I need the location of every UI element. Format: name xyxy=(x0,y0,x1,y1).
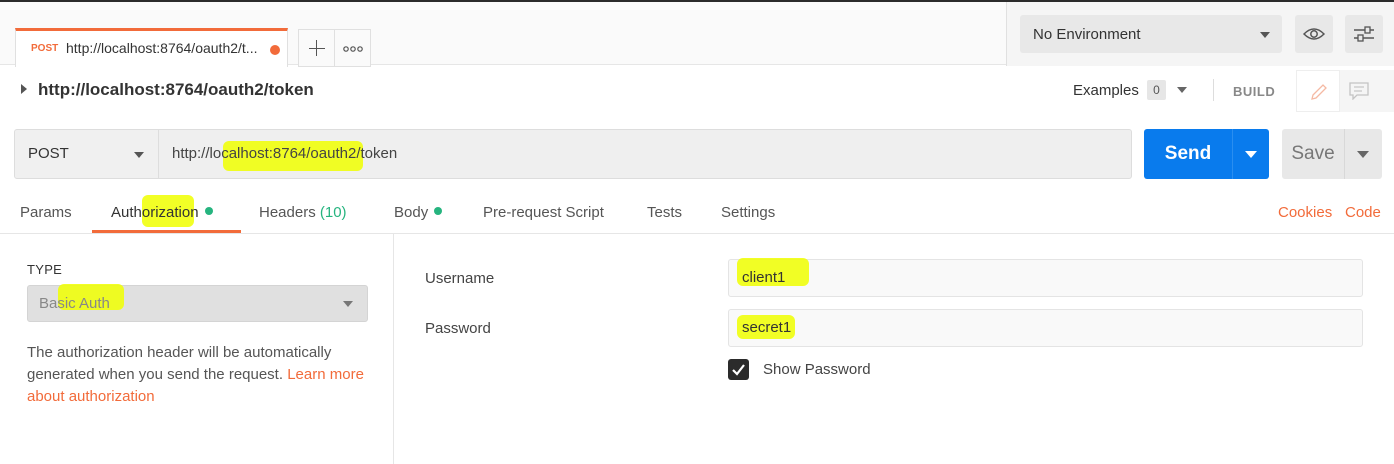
chevron-down-icon xyxy=(343,301,353,307)
edit-button[interactable] xyxy=(1296,70,1340,112)
more-tabs-button[interactable] xyxy=(334,29,371,67)
status-dot-icon xyxy=(204,207,213,215)
sliders-icon xyxy=(1354,26,1374,42)
new-tab-button[interactable] xyxy=(298,29,334,67)
manage-environments-button[interactable] xyxy=(1345,15,1383,53)
more-dots-icon xyxy=(343,46,363,52)
password-value: secret1 xyxy=(742,319,792,336)
tab-headers[interactable]: Headers (10) xyxy=(259,204,347,221)
send-options-button[interactable] xyxy=(1232,129,1269,179)
tab-body-label: Body xyxy=(394,204,429,221)
url-prefix: http://lo xyxy=(172,145,222,162)
send-button[interactable]: Send xyxy=(1144,129,1232,179)
tab-method: POST xyxy=(31,43,59,54)
tab-headers-label: Headers xyxy=(259,204,316,221)
comments-button[interactable] xyxy=(1340,70,1394,112)
chevron-down-icon xyxy=(1260,32,1270,38)
check-icon xyxy=(732,364,745,376)
auth-type-value: Basic Auth xyxy=(39,295,110,312)
auth-type-pane: TYPE Basic Auth The authorization header… xyxy=(0,234,394,464)
request-title: http://localhost:8764/oauth2/token xyxy=(38,80,314,99)
active-tab-indicator xyxy=(92,230,241,233)
tab-title: http://localhost:8764/oauth2/t... xyxy=(66,40,258,56)
status-dot-icon xyxy=(434,207,443,215)
eye-icon xyxy=(1303,28,1325,40)
pencil-icon xyxy=(1311,84,1327,100)
environment-select[interactable]: No Environment xyxy=(1020,15,1282,53)
chevron-down-icon xyxy=(134,152,144,158)
divider xyxy=(1213,79,1214,101)
username-value: client1 xyxy=(742,269,786,286)
tab-settings[interactable]: Settings xyxy=(721,204,775,221)
auth-type-select[interactable]: Basic Auth xyxy=(27,284,368,322)
password-field[interactable]: secret1 xyxy=(728,309,1363,347)
request-name-bar: http://localhost:8764/oauth2/token Examp… xyxy=(0,66,1394,114)
headers-count: (10) xyxy=(319,204,347,221)
cookies-link[interactable]: Cookies xyxy=(1278,204,1332,221)
examples-count-badge: 0 xyxy=(1147,80,1166,100)
chevron-down-icon xyxy=(1245,151,1257,158)
top-bar: POST http://localhost:8764/oauth2/t... N… xyxy=(0,0,1394,67)
tab-authorization-label: Authorization xyxy=(111,204,199,221)
auth-description-text: The authorization header will be automat… xyxy=(27,344,332,383)
url-suffix: 2/token xyxy=(347,145,398,162)
auth-credentials-pane: Username client1 Password secret1 Show P… xyxy=(395,234,1394,464)
tab-params[interactable]: Params xyxy=(20,204,72,221)
type-label: TYPE xyxy=(27,262,63,277)
url-input[interactable]: http://localhost:8764/oauth2/token xyxy=(158,129,1132,179)
method-label: POST xyxy=(28,145,69,162)
expand-arrow-icon[interactable] xyxy=(21,84,27,94)
save-options-button[interactable] xyxy=(1344,129,1382,179)
username-label: Username xyxy=(425,270,495,287)
method-select[interactable]: POST xyxy=(14,129,159,179)
chevron-down-icon[interactable] xyxy=(1177,87,1187,93)
comment-icon xyxy=(1349,82,1369,100)
save-button[interactable]: Save xyxy=(1282,129,1344,179)
environment-area: No Environment xyxy=(1006,2,1394,66)
show-password-label[interactable]: Show Password xyxy=(763,361,871,378)
show-password-checkbox[interactable] xyxy=(728,359,749,380)
request-tabs: Params Authorization Headers (10) Body P… xyxy=(0,193,1394,234)
url-text: http://localhost:8764/oauth2/token xyxy=(172,145,397,162)
examples-dropdown[interactable]: Examples xyxy=(1073,82,1139,99)
chevron-down-icon xyxy=(1357,151,1369,158)
tab-body[interactable]: Body xyxy=(394,204,443,221)
tab-tests[interactable]: Tests xyxy=(647,204,682,221)
build-mode-label[interactable]: BUILD xyxy=(1233,84,1275,99)
tab-authorization[interactable]: Authorization xyxy=(111,204,213,221)
url-highlighted: calhost:8764/oauth xyxy=(221,145,348,162)
tab-pre-request-script[interactable]: Pre-request Script xyxy=(483,204,604,221)
request-tab[interactable]: POST http://localhost:8764/oauth2/t... xyxy=(15,28,288,67)
auth-description: The authorization header will be automat… xyxy=(27,342,367,408)
unsaved-dot-icon xyxy=(270,45,280,55)
code-link[interactable]: Code xyxy=(1345,204,1381,221)
password-label: Password xyxy=(425,320,491,337)
environment-label: No Environment xyxy=(1033,26,1141,43)
environment-quick-look-button[interactable] xyxy=(1295,15,1333,53)
username-field[interactable]: client1 xyxy=(728,258,1363,297)
